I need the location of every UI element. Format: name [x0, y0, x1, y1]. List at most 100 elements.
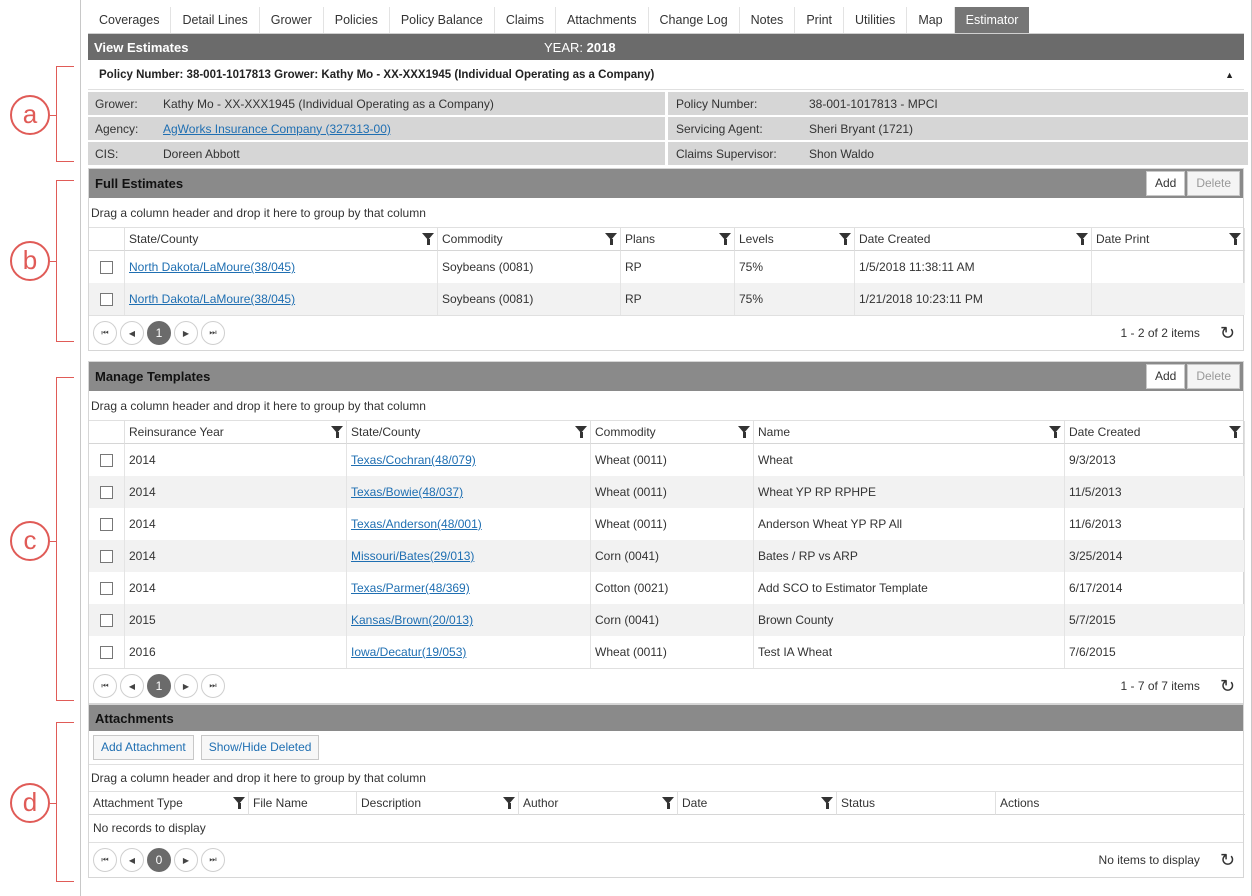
state-county-link[interactable]: North Dakota/LaMoure(38/045)	[129, 260, 295, 274]
filter-icon[interactable]	[719, 233, 731, 245]
row-checkbox[interactable]	[100, 292, 113, 306]
state-county-link[interactable]: Missouri/Bates(29/013)	[351, 549, 474, 563]
row-checkbox[interactable]	[100, 581, 113, 595]
column-header-state-county[interactable]: State/County	[125, 228, 438, 251]
column-header-description[interactable]: Description	[357, 792, 519, 815]
add-template-button[interactable]: Add	[1145, 364, 1186, 389]
tab-notes[interactable]: Notes	[740, 7, 796, 33]
page-number-button[interactable]: 0	[147, 848, 171, 872]
filter-icon[interactable]	[662, 797, 674, 809]
attachments-header: Attachments	[89, 705, 1243, 731]
tab-print[interactable]: Print	[795, 7, 845, 33]
prev-page-icon[interactable]: ◀	[120, 848, 144, 872]
column-header-attachment-type[interactable]: Attachment Type	[89, 792, 249, 815]
column-header-status[interactable]: Status	[837, 792, 996, 815]
row-checkbox[interactable]	[100, 485, 113, 499]
filter-icon[interactable]	[422, 233, 434, 245]
filter-icon[interactable]	[1229, 426, 1241, 438]
last-page-icon[interactable]: ⏭	[201, 321, 225, 345]
prev-page-icon[interactable]: ◀	[120, 321, 144, 345]
tab-grower[interactable]: Grower	[260, 7, 324, 33]
row-checkbox[interactable]	[100, 645, 113, 659]
column-header-reinsurance-year[interactable]: Reinsurance Year	[125, 421, 347, 444]
page-number-button[interactable]: 1	[147, 674, 171, 698]
state-county-link[interactable]: Texas/Parmer(48/369)	[351, 581, 470, 595]
tab-claims[interactable]: Claims	[495, 7, 557, 33]
filter-icon[interactable]	[503, 797, 515, 809]
tab-utilities[interactable]: Utilities	[844, 7, 908, 33]
row-checkbox[interactable]	[100, 453, 113, 467]
filter-icon[interactable]	[1229, 233, 1241, 245]
filter-icon[interactable]	[233, 797, 245, 809]
state-county-cell: Texas/Cochran(48/079)	[347, 444, 591, 476]
state-county-cell: Iowa/Decatur(19/053)	[347, 636, 591, 668]
column-header-author[interactable]: Author	[519, 792, 678, 815]
add-estimate-button[interactable]: Add	[1145, 171, 1186, 196]
column-header-state-county[interactable]: State/County	[347, 421, 591, 444]
column-header-file-name[interactable]: File Name	[249, 792, 357, 815]
group-drop-zone[interactable]: Drag a column header and drop it here to…	[89, 198, 1243, 228]
page-number-button[interactable]: 1	[147, 321, 171, 345]
row-checkbox[interactable]	[100, 613, 113, 627]
state-county-link[interactable]: Texas/Cochran(48/079)	[351, 453, 476, 467]
column-header-commodity[interactable]: Commodity	[438, 228, 621, 251]
filter-icon[interactable]	[331, 426, 343, 438]
column-header-date-created[interactable]: Date Created	[1065, 421, 1245, 444]
info-label: Claims Supervisor:	[676, 146, 777, 161]
first-page-icon[interactable]: ⏮	[93, 674, 117, 698]
prev-page-icon[interactable]: ◀	[120, 674, 144, 698]
state-county-link[interactable]: Iowa/Decatur(19/053)	[351, 645, 466, 659]
filter-icon[interactable]	[1049, 426, 1061, 438]
column-header-date-print[interactable]: Date Print	[1092, 228, 1245, 251]
refresh-icon[interactable]: ↻	[1220, 851, 1235, 869]
row-checkbox[interactable]	[100, 549, 113, 563]
callout-b-line	[50, 261, 57, 262]
row-checkbox[interactable]	[100, 260, 113, 274]
tab-map[interactable]: Map	[907, 7, 955, 33]
filter-icon[interactable]	[738, 426, 750, 438]
next-page-icon[interactable]: ▶	[174, 674, 198, 698]
tab-estimator[interactable]: Estimator	[954, 7, 1030, 33]
next-page-icon[interactable]: ▶	[174, 848, 198, 872]
state-county-link[interactable]: Kansas/Brown(20/013)	[351, 613, 473, 627]
state-county-link[interactable]: Texas/Anderson(48/001)	[351, 517, 482, 531]
tab-policies[interactable]: Policies	[324, 7, 390, 33]
filter-icon[interactable]	[1076, 233, 1088, 245]
filter-icon[interactable]	[821, 797, 833, 809]
filter-icon[interactable]	[839, 233, 851, 245]
refresh-icon[interactable]: ↻	[1220, 324, 1235, 342]
tab-coverages[interactable]: Coverages	[88, 7, 172, 33]
first-page-icon[interactable]: ⏮	[93, 321, 117, 345]
state-county-link[interactable]: North Dakota/LaMoure(38/045)	[129, 292, 295, 306]
tab-detail-lines[interactable]: Detail Lines	[171, 7, 260, 33]
show-hide-deleted-button[interactable]: Show/Hide Deleted	[200, 735, 320, 760]
row-checkbox[interactable]	[100, 517, 113, 531]
column-header-name[interactable]: Name	[754, 421, 1065, 444]
delete-template-button[interactable]: Delete	[1187, 364, 1240, 389]
column-header-levels[interactable]: Levels	[735, 228, 855, 251]
templates-pager: ⏮ ◀ 1 ▶ ⏭ 1 - 7 of 7 items ↻	[89, 668, 1243, 703]
info-agency: Agency: AgWorks Insurance Company (32731…	[88, 117, 665, 140]
column-header-commodity[interactable]: Commodity	[591, 421, 754, 444]
filter-icon[interactable]	[575, 426, 587, 438]
state-county-link[interactable]: Texas/Bowie(48/037)	[351, 485, 463, 499]
filter-icon[interactable]	[605, 233, 617, 245]
triangle-up-icon[interactable]: ▲	[1225, 70, 1234, 80]
last-page-icon[interactable]: ⏭	[201, 848, 225, 872]
tab-change-log[interactable]: Change Log	[649, 7, 740, 33]
last-page-icon[interactable]: ⏭	[201, 674, 225, 698]
tab-attachments[interactable]: Attachments	[556, 7, 649, 33]
first-page-icon[interactable]: ⏮	[93, 848, 117, 872]
add-attachment-button[interactable]: Add Attachment	[93, 735, 194, 760]
tab-policy-balance[interactable]: Policy Balance	[390, 7, 495, 33]
group-drop-zone[interactable]: Drag a column header and drop it here to…	[89, 765, 1243, 792]
column-header-date-created[interactable]: Date Created	[855, 228, 1092, 251]
group-drop-zone[interactable]: Drag a column header and drop it here to…	[89, 391, 1243, 421]
column-header-plans[interactable]: Plans	[621, 228, 735, 251]
delete-estimate-button[interactable]: Delete	[1187, 171, 1240, 196]
policy-header[interactable]: Policy Number: 38-001-1017813 Grower: Ka…	[88, 60, 1244, 90]
column-header-date[interactable]: Date	[678, 792, 837, 815]
next-page-icon[interactable]: ▶	[174, 321, 198, 345]
refresh-icon[interactable]: ↻	[1220, 677, 1235, 695]
agency-link[interactable]: AgWorks Insurance Company (327313-00)	[163, 122, 391, 136]
